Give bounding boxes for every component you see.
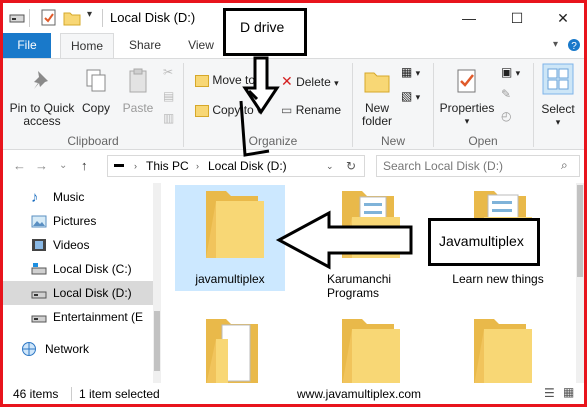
annotation-arrows: [239, 56, 413, 270]
explorer-window: ▾ Local Disk (D:) — ☐ ✕ File Home Share …: [0, 0, 587, 407]
annotation-d-drive: D drive: [223, 8, 307, 56]
annotation-javamultiplex: Javamultiplex: [428, 218, 540, 266]
